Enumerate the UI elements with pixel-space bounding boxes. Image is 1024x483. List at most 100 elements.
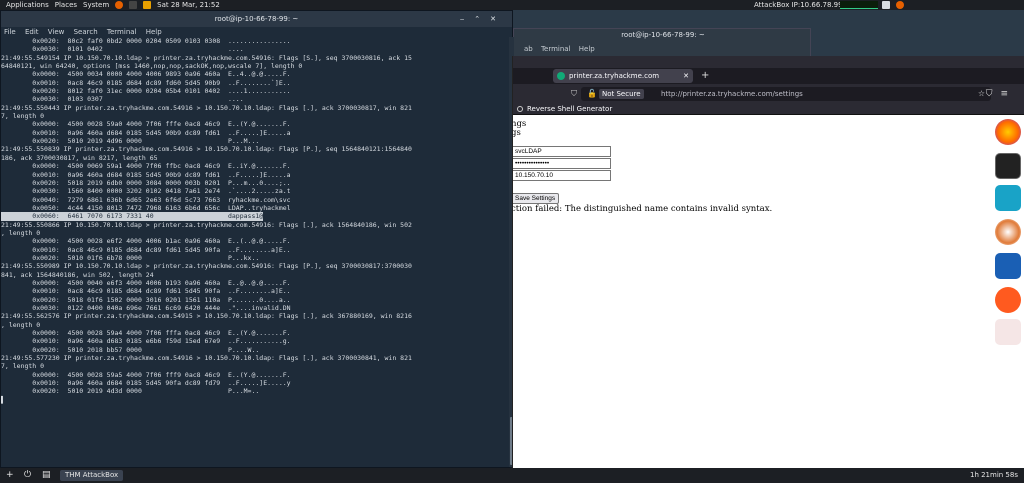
terminal-line[interactable]: 0x0020: 5018 01f6 1502 0000 3016 0201 15… — [1, 296, 509, 304]
terminal-line[interactable]: 21:49:55.562576 IP printer.za.tryhackme.… — [1, 312, 509, 320]
menu-edit[interactable]: Edit — [25, 28, 39, 36]
terminal-line[interactable]: 0x0020: 80c2 faf0 0bd2 0000 0204 0509 01… — [1, 37, 509, 45]
system-top-bar: Applications Places System Sat 28 Mar, 2… — [0, 0, 1024, 10]
taskbar-attackbox[interactable]: THM AttackBox — [60, 470, 124, 481]
add-icon[interactable]: + — [6, 468, 14, 483]
firefox-launcher-icon[interactable] — [115, 1, 124, 9]
firefox-window[interactable]: printer.za.tryhackme.com ✕ + ⛉ 🔓 Not Sec… — [512, 56, 1024, 468]
firefox-icon[interactable] — [995, 119, 1021, 145]
terminal-line[interactable]: 0x0010: 0a96 460a d684 0185 5d45 90b9 dc… — [1, 129, 509, 137]
bookmark-reverse-shell[interactable]: Reverse Shell Generator — [527, 105, 612, 113]
system-menu[interactable]: System — [83, 1, 109, 9]
zap-icon[interactable] — [995, 185, 1021, 211]
terminal-line-highlighted[interactable]: 0x0060: 6461 7070 6173 7331 40 dappass1@ — [1, 212, 264, 221]
attackbox-ip-label: AttackBox IP:10.66.78.99 — [754, 1, 843, 9]
remmina-icon[interactable] — [995, 319, 1021, 345]
terminal-launcher-icon[interactable] — [129, 1, 138, 9]
terminal-line[interactable]: 0x0010: 0ac8 46c9 0185 d684 dc89 fd60 5d… — [1, 79, 509, 87]
url-bar[interactable]: 🔓 Not Secure http://printer.za.tryhackme… — [581, 87, 991, 101]
terminal-line[interactable]: 0x0000: 4500 0028 59a5 4000 7f06 fff9 0a… — [1, 371, 509, 379]
terminal-line[interactable]: 0x0020: 5010 2019 4d3d 0000 P...M=.. — [1, 387, 509, 395]
terminal-line[interactable]: 841, ack 1564840186, win 502, length 24 — [1, 271, 509, 279]
terminal-line[interactable]: 0x0000: 4500 0028 59a0 4000 7f06 fffe 0a… — [1, 120, 509, 128]
terminal-line[interactable]: 0x0000: 4500 0040 e6f3 4000 4006 b193 0a… — [1, 279, 509, 287]
datetime-clock[interactable]: Sat 28 Mar, 21:52 — [157, 1, 220, 9]
not-secure-badge[interactable]: Not Secure — [599, 89, 644, 99]
terminal-line[interactable]: 0x0020: 8012 faf0 31ec 0000 0204 05b4 01… — [1, 87, 509, 95]
terminal-line[interactable]: 0x0010: 0ac8 46c9 0185 d684 dc89 fd61 5d… — [1, 287, 509, 295]
terminal-line[interactable]: 0x0020: 5010 2018 bb57 0000 P....W.. — [1, 346, 509, 354]
burp-launcher-icon[interactable] — [143, 1, 152, 9]
terminal-line[interactable]: 0x0000: 4500 0028 e6f2 4000 4006 b1ac 0a… — [1, 237, 509, 245]
terminal-line[interactable]: 7, length 0 — [1, 112, 509, 120]
terminal-line[interactable]: 0x0030: 0101 0402 .... — [1, 45, 509, 53]
url-text[interactable]: http://printer.za.tryhackme.com/settings — [661, 87, 803, 101]
terminal-line[interactable]: 21:49:55.550989 IP 10.150.70.10.ldap > p… — [1, 262, 509, 270]
menu-view[interactable]: View — [48, 28, 65, 36]
bookmark-star-icon[interactable]: ☆ — [978, 87, 985, 101]
server-field[interactable] — [513, 170, 611, 181]
terminal-line[interactable]: 0x0030: 0122 0400 040a 696e 7661 6c69 64… — [1, 304, 509, 312]
burp-suite-icon[interactable] — [995, 219, 1021, 245]
terminal-line[interactable]: 0x0020: 5018 2019 6db0 0000 3084 0000 00… — [1, 179, 509, 187]
terminal-line[interactable]: 21:49:55.550839 IP printer.za.tryhackme.… — [1, 145, 509, 153]
browser-titlebar[interactable] — [513, 56, 1024, 68]
session-timer: 1h 21min 58s — [969, 471, 1018, 479]
terminal-line[interactable]: 0x0000: 4500 0034 0000 4000 4006 9893 0a… — [1, 70, 509, 78]
terminal-line[interactable]: 0x0050: 4c44 4150 8013 7472 7968 6163 6b… — [1, 204, 509, 212]
window-controls[interactable]: ‒⌃✕ — [460, 11, 506, 27]
terminal-line[interactable]: 64840121, win 64240, options [mss 1460,n… — [1, 62, 509, 70]
firefox-tray-icon[interactable] — [896, 1, 904, 9]
show-desktop-icon[interactable]: ▤ — [42, 468, 51, 483]
terminal-window[interactable]: root@ip-10-66-78-99: ~ ‒⌃✕ File Edit Vie… — [0, 10, 514, 468]
terminal-line[interactable]: 0x0000: 4500 0028 59a4 4000 7f06 fffa 0a… — [1, 329, 509, 337]
terminal-line[interactable]: 0x0040: 7279 6861 636b 6d65 2e63 6f6d 5c… — [1, 196, 509, 204]
terminal-line[interactable]: 21:49:55.550443 IP printer.za.tryhackme.… — [1, 104, 509, 112]
terminal-line[interactable]: 21:49:55.549154 IP 10.150.70.10.ldap > p… — [1, 54, 509, 62]
postman-icon[interactable] — [995, 287, 1021, 313]
terminal-line[interactable]: 0x0030: 0103 0307 .... — [1, 95, 509, 103]
metasploit-icon[interactable] — [995, 253, 1021, 279]
terminal-line[interactable]: , length 0 — [1, 321, 509, 329]
menu-search[interactable]: Search — [74, 28, 98, 36]
page-content: ngs gs Save Settings ction failed: The d… — [513, 115, 993, 468]
menu-file[interactable]: File — [4, 28, 16, 36]
save-settings-button[interactable]: Save Settings — [513, 193, 560, 204]
insecure-lock-icon[interactable]: 🔓 — [587, 87, 597, 101]
menu-help[interactable]: Help — [146, 28, 162, 36]
terminal-tray-icon[interactable] — [882, 1, 890, 9]
terminal-line[interactable]: 186, ack 3700030817, win 8217, length 65 — [1, 154, 509, 162]
background-terminal-title: root@ip-10-66-78-99: ~ — [621, 31, 705, 39]
terminal-line[interactable]: 0x0020: 5010 01f6 6b78 0000 P...kx.. — [1, 254, 509, 262]
terminal-line[interactable]: 0x0000: 4500 0069 59a1 4000 7f06 ffbc 0a… — [1, 162, 509, 170]
terminal-line[interactable]: 21:49:55.577230 IP printer.za.tryhackme.… — [1, 354, 509, 362]
terminal-line[interactable]: 7, length 0 — [1, 362, 509, 370]
terminal-line[interactable]: 21:49:55.550866 IP 10.150.70.10.ldap > p… — [1, 221, 509, 229]
terminal-line[interactable]: 0x0020: 5010 2019 4d96 0000 P...M... — [1, 137, 509, 145]
background-terminal-menu[interactable]: ab Terminal Help — [524, 45, 595, 53]
terminal-title: root@ip-10-66-78-99: ~ — [214, 15, 299, 23]
terminal-icon[interactable] — [995, 153, 1021, 179]
menu-terminal[interactable]: Terminal — [107, 28, 137, 36]
terminal-line[interactable]: 0x0010: 0a96 460a d684 0185 5d45 90fa dc… — [1, 379, 509, 387]
places-menu[interactable]: Places — [55, 1, 77, 9]
close-tab-icon[interactable]: ✕ — [683, 69, 689, 83]
terminal-line[interactable]: 0x0010: 0a96 460a d684 0185 5d45 90b9 dc… — [1, 171, 509, 179]
tab-printer-settings[interactable]: printer.za.tryhackme.com ✕ — [553, 69, 693, 83]
site-favicon-icon — [557, 72, 565, 80]
new-tab-button[interactable]: + — [701, 68, 709, 84]
terminal-titlebar[interactable]: root@ip-10-66-78-99: ~ ‒⌃✕ — [1, 11, 512, 27]
terminal-line[interactable]: , length 0 — [1, 229, 509, 237]
terminal-line[interactable]: ▌ — [1, 396, 509, 404]
tracking-shield-icon[interactable]: ⛉ — [571, 87, 577, 101]
terminal-output[interactable]: 0x0020: 80c2 faf0 0bd2 0000 0204 0509 01… — [1, 37, 509, 467]
username-field[interactable] — [513, 146, 611, 157]
password-field[interactable] — [513, 158, 611, 169]
terminal-line[interactable]: 0x0010: 0a96 460a d683 0185 e6b6 f59d 15… — [1, 337, 509, 345]
power-icon[interactable]: ⏻ — [24, 468, 31, 483]
bookmark-globe-icon — [517, 106, 523, 112]
terminal-line[interactable]: 0x0030: 1560 8400 0000 3202 0102 0418 7a… — [1, 187, 509, 195]
toolbar-menu-icons[interactable]: ⛉≡ — [986, 87, 1016, 101]
applications-menu[interactable]: Applications — [6, 1, 49, 9]
terminal-line[interactable]: 0x0010: 0ac8 46c9 0185 d684 dc89 fd61 5d… — [1, 246, 509, 254]
